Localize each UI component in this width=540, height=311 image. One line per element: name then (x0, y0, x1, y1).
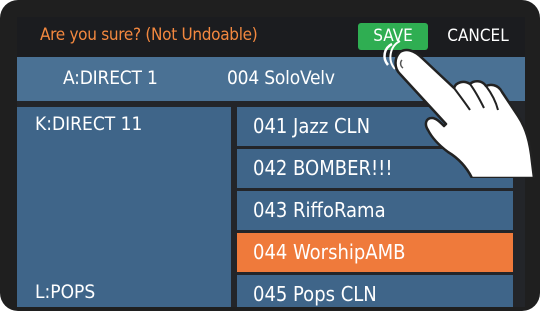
patch-item-043[interactable]: 043 RiffoRama (237, 191, 513, 230)
pointing-hand-icon (383, 40, 536, 178)
patch-item-label: 041 Jazz CLN (253, 114, 371, 138)
bank-item-k[interactable]: K:DIRECT 11 (35, 113, 142, 135)
bank-list: K:DIRECT 11 L:POPS (17, 107, 231, 307)
patch-item-label: 045 Pops CLN (253, 282, 377, 306)
current-patch-bank: A:DIRECT 1 (63, 67, 158, 89)
patch-item-label: 044 WorshipAMB (253, 240, 406, 264)
patch-item-label: 043 RiffoRama (253, 198, 386, 222)
current-patch-name: 004 SoloVelv (227, 67, 335, 89)
patch-item-044-selected[interactable]: 044 WorshipAMB (237, 233, 513, 272)
confirm-prompt: Are you sure? (Not Undoable) (40, 25, 258, 45)
device-frame: Are you sure? (Not Undoable) SAVE CANCEL… (0, 0, 540, 311)
patch-item-045[interactable]: 045 Pops CLN (237, 275, 513, 307)
bank-item-l[interactable]: L:POPS (35, 281, 95, 303)
